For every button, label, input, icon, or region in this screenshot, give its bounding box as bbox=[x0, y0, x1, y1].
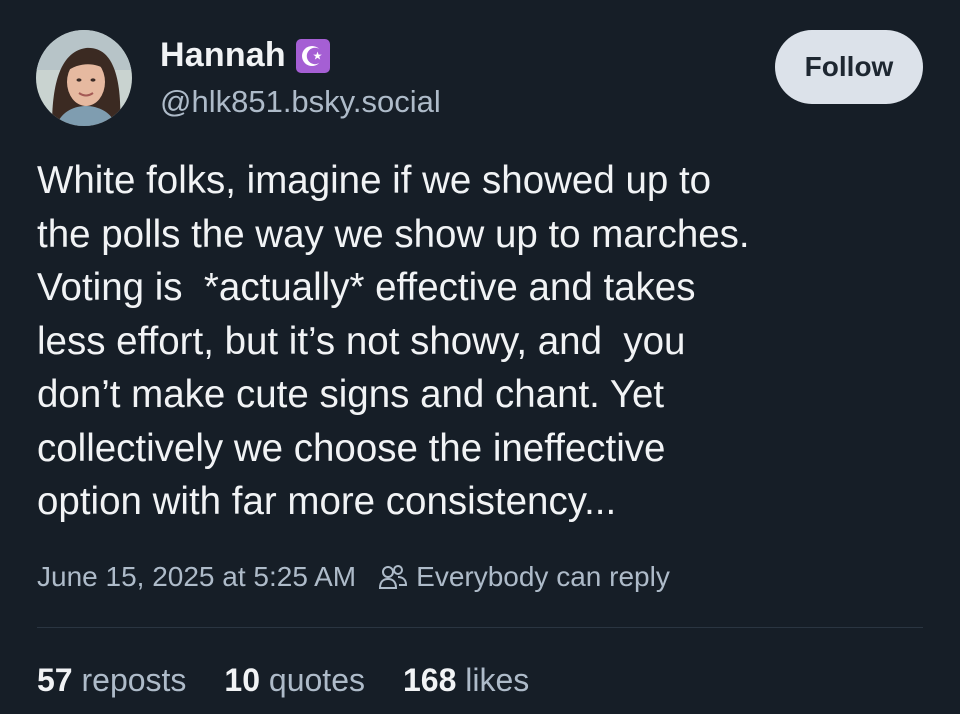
star-and-crescent-icon bbox=[295, 38, 330, 73]
quotes-stat[interactable]: 10 quotes bbox=[224, 662, 365, 699]
quotes-count: 10 bbox=[224, 662, 261, 698]
engagement-stats: 57 reposts 10 quotes 168 likes bbox=[37, 662, 567, 699]
post-meta: June 15, 2025 at 5:25 AM Everybody can r… bbox=[37, 561, 670, 593]
likes-stat[interactable]: 168 likes bbox=[403, 662, 529, 699]
avatar-image bbox=[36, 30, 132, 126]
divider bbox=[37, 627, 923, 628]
follow-button[interactable]: Follow bbox=[775, 30, 923, 104]
quotes-label: quotes bbox=[268, 662, 365, 698]
display-name[interactable]: Hannah bbox=[160, 36, 286, 75]
reposts-label: reposts bbox=[81, 662, 187, 698]
likes-count: 168 bbox=[402, 662, 457, 698]
people-icon bbox=[378, 563, 408, 591]
likes-label: likes bbox=[465, 662, 530, 698]
post-timestamp[interactable]: June 15, 2025 at 5:25 AM bbox=[37, 561, 356, 593]
post-container: Hannah @hlk851.bsky.social Follow White … bbox=[0, 0, 960, 714]
author-name-row: Hannah bbox=[160, 36, 330, 75]
author-handle[interactable]: @hlk851.bsky.social bbox=[160, 84, 441, 120]
reposts-stat[interactable]: 57 reposts bbox=[37, 662, 186, 699]
reposts-count: 57 bbox=[37, 662, 73, 698]
avatar[interactable] bbox=[36, 30, 132, 126]
post-text: White folks, imagine if we showed up to … bbox=[37, 159, 750, 523]
reply-setting: Everybody can reply bbox=[416, 561, 670, 592]
